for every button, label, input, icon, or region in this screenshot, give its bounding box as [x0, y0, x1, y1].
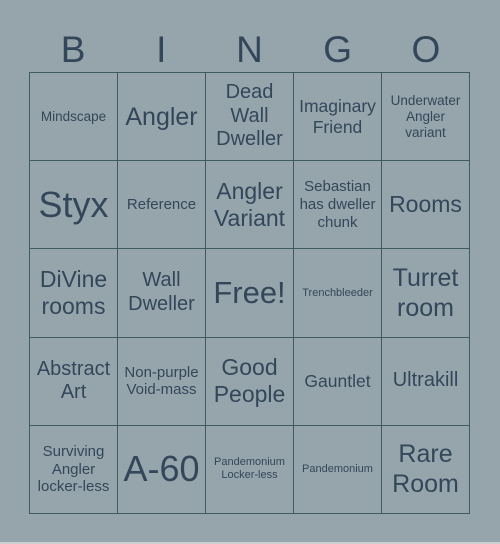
bingo-cell[interactable]: Pandemonium — [294, 425, 382, 514]
bingo-cell[interactable]: Wall Dweller — [118, 249, 206, 338]
free-space-cell[interactable]: Free! — [206, 249, 294, 338]
bingo-cell[interactable]: Rooms — [382, 161, 470, 250]
bingo-grid: Mindscape Angler Dead Wall Dweller Imagi… — [29, 72, 470, 514]
header-letter-o: O — [411, 29, 441, 70]
bingo-cell[interactable]: Gauntlet — [294, 337, 382, 426]
bingo-cell[interactable]: Mindscape — [30, 73, 118, 162]
bingo-cell[interactable]: DiVine rooms — [30, 249, 118, 338]
header-letter-b: B — [60, 29, 86, 70]
bingo-cell[interactable]: Surviving Angler locker-less — [30, 425, 118, 514]
bingo-cell[interactable]: Abstract Art — [30, 337, 118, 426]
bingo-cell[interactable]: Angler — [118, 73, 206, 162]
bingo-cell[interactable]: Dead Wall Dweller — [206, 73, 294, 162]
bingo-cell[interactable]: Sebastian has dweller chunk — [294, 161, 382, 250]
bingo-cell[interactable]: Ultrakill — [382, 337, 470, 426]
bingo-cell[interactable]: Trenchbleeder — [294, 249, 382, 338]
bingo-header: B I N G O — [29, 28, 470, 72]
header-letter-g: G — [323, 29, 353, 70]
bingo-cell[interactable]: A-60 — [118, 425, 206, 514]
bingo-cell[interactable]: Reference — [118, 161, 206, 250]
bingo-cell[interactable]: Angler Variant — [206, 161, 294, 250]
bingo-card: B I N G O Mindscape Angler Dead Wall Dwe… — [0, 0, 500, 542]
bingo-cell[interactable]: Non-purple Void-mass — [118, 337, 206, 426]
header-letter-i: I — [156, 29, 167, 70]
bingo-cell[interactable]: Underwater Angler variant — [382, 73, 470, 162]
bingo-cell[interactable]: Turret room — [382, 249, 470, 338]
bingo-cell[interactable]: Pandemonium Locker-less — [206, 425, 294, 514]
bingo-cell[interactable]: Imaginary Friend — [294, 73, 382, 162]
bingo-cell[interactable]: Good People — [206, 337, 294, 426]
bingo-cell[interactable]: Styx — [30, 161, 118, 250]
header-letter-n: N — [236, 29, 263, 70]
bingo-cell[interactable]: Rare Room — [382, 425, 470, 514]
